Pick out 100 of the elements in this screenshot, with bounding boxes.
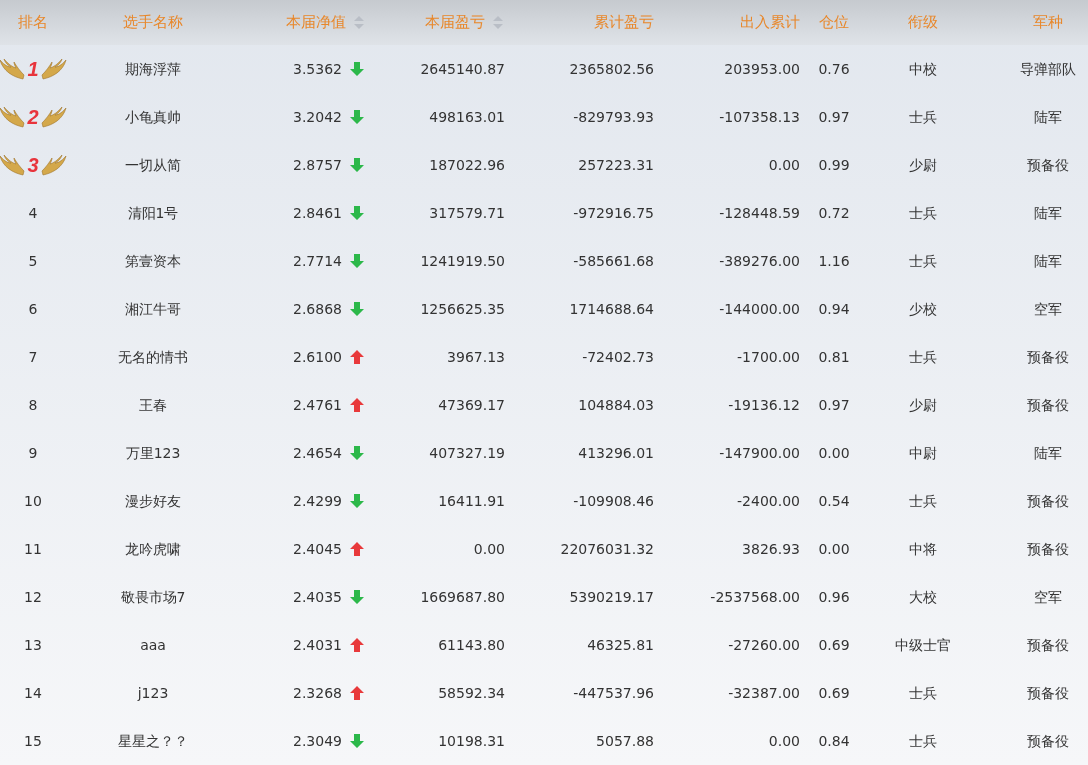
table-cell-text: 203953.00 — [724, 59, 800, 79]
table-cell-text: 导弹部队 — [1020, 59, 1076, 79]
table-cell-text: -972916.75 — [573, 203, 654, 223]
table-cell-text: -2537568.00 — [710, 587, 800, 607]
player-name: 王春 — [139, 395, 167, 415]
table-cell-text: 413296.01 — [578, 443, 654, 463]
table-cell-text: 0.81 — [818, 347, 850, 367]
table-cell-text: 0.00 — [818, 539, 850, 559]
table-cell-text: 陆军 — [1034, 107, 1062, 127]
rank-number: 8 — [28, 395, 38, 415]
table-cell-text: 预备役 — [1027, 731, 1069, 751]
table-cell-text: 2365802.56 — [569, 59, 654, 79]
table-cell-text: 中校 — [909, 59, 937, 79]
rank-number: 13 — [24, 635, 42, 655]
table-cell-text: 陆军 — [1034, 251, 1062, 271]
table-cell-text: 少尉 — [909, 395, 937, 415]
rank-number: 15 — [24, 731, 42, 751]
net-value: 2.4031 — [293, 635, 342, 655]
column-header: 衔级 — [908, 12, 938, 34]
table-cell-text: 陆军 — [1034, 443, 1062, 463]
wing-icon — [40, 153, 67, 177]
table-cell-text: 中将 — [909, 539, 937, 559]
table-cell-text: 少尉 — [909, 155, 937, 175]
table-cell-text: 士兵 — [909, 731, 937, 751]
table-cell-text: 士兵 — [909, 491, 937, 511]
rank-number: 14 — [24, 683, 42, 703]
table-cell-text: 士兵 — [909, 203, 937, 223]
table-cell-text: 预备役 — [1027, 347, 1069, 367]
table-cell-text: -109908.46 — [573, 491, 654, 511]
player-name: 敬畏市场7 — [120, 587, 186, 607]
net-value: 2.6868 — [293, 299, 342, 319]
table-cell-text: -2400.00 — [737, 491, 800, 511]
table-cell-text: 5057.88 — [596, 731, 654, 751]
table-cell-text: 407327.19 — [429, 443, 505, 463]
table-cell-text: 5390219.17 — [569, 587, 654, 607]
table-cell-text: 0.72 — [818, 203, 850, 223]
rank-number: 5 — [28, 251, 38, 271]
net-value: 2.7714 — [293, 251, 342, 271]
table-cell-text: 46325.81 — [587, 635, 654, 655]
table-cell-text: 1.16 — [818, 251, 850, 271]
rank-number: 4 — [28, 203, 38, 223]
table-cell-text: -19136.12 — [728, 395, 800, 415]
column-header: 排名 — [18, 12, 48, 34]
table-cell-text: 1669687.80 — [420, 587, 505, 607]
table-cell-text: 3826.93 — [742, 539, 800, 559]
net-value: 2.3049 — [293, 731, 342, 751]
net-value: 2.4761 — [293, 395, 342, 415]
rank-number: 11 — [24, 539, 42, 559]
rank-number: 7 — [28, 347, 38, 367]
player-name: 湘江牛哥 — [125, 299, 181, 319]
table-cell-text: 空军 — [1034, 587, 1062, 607]
rank-number: 3 — [27, 153, 39, 178]
table-cell-text: -389276.00 — [719, 251, 800, 271]
table-cell-text: 士兵 — [909, 251, 937, 271]
table-cell-text: 0.00 — [768, 731, 800, 751]
table-cell-text: 预备役 — [1027, 155, 1069, 175]
column-header: 军种 — [1033, 12, 1063, 34]
table-cell-text: 16411.91 — [438, 491, 505, 511]
sortable-column-header[interactable]: 本届净值 — [286, 11, 380, 34]
table-cell-text: -32387.00 — [728, 683, 800, 703]
table-cell-text: 2645140.87 — [420, 59, 505, 79]
table-cell-text: 中级士官 — [895, 635, 951, 655]
table-cell-text: -1700.00 — [737, 347, 800, 367]
net-value: 2.8461 — [293, 203, 342, 223]
net-value: 2.6100 — [293, 347, 342, 367]
table-cell-text: 1714688.64 — [569, 299, 654, 319]
table-cell-text: -27260.00 — [728, 635, 800, 655]
table-cell-text: 0.54 — [818, 491, 850, 511]
table-cell-text: 498163.01 — [429, 107, 505, 127]
table-cell-text: -447537.96 — [573, 683, 654, 703]
table-cell-text: 0.69 — [818, 683, 850, 703]
table-cell-text: -144000.00 — [719, 299, 800, 319]
table-cell-text: 陆军 — [1034, 203, 1062, 223]
table-cell-text: 3967.13 — [447, 347, 505, 367]
table-cell-text: -107358.13 — [719, 107, 800, 127]
net-value: 2.3268 — [293, 683, 342, 703]
table-cell-text: -585661.68 — [573, 251, 654, 271]
rank-number: 2 — [27, 105, 39, 130]
player-name: 星星之？？ — [118, 731, 188, 751]
net-value: 3.5362 — [293, 59, 342, 79]
table-cell-text: 预备役 — [1027, 539, 1069, 559]
table-cell-text: 0.99 — [818, 155, 850, 175]
player-name: 龙吟虎啸 — [125, 539, 181, 559]
player-name: 漫步好友 — [125, 491, 181, 511]
sortable-column-header[interactable]: 本届盈亏 — [425, 11, 505, 34]
table-cell-text: 0.84 — [818, 731, 850, 751]
table-cell-text: 10198.31 — [438, 731, 505, 751]
table-cell-text: -147900.00 — [719, 443, 800, 463]
table-cell-text: 空军 — [1034, 299, 1062, 319]
table-cell-text: -829793.93 — [573, 107, 654, 127]
column-header: 出入累计 — [740, 12, 800, 34]
player-name: 万里123 — [125, 443, 181, 463]
table-cell-text: 317579.71 — [429, 203, 505, 223]
table-cell-text: 中尉 — [909, 443, 937, 463]
player-name: aaa — [140, 635, 166, 655]
player-name: 期海浮萍 — [125, 59, 181, 79]
table-cell-text: 预备役 — [1027, 395, 1069, 415]
table-cell-text: 0.94 — [818, 299, 850, 319]
table-cell-text: 预备役 — [1027, 491, 1069, 511]
rank-number: 10 — [24, 491, 42, 511]
